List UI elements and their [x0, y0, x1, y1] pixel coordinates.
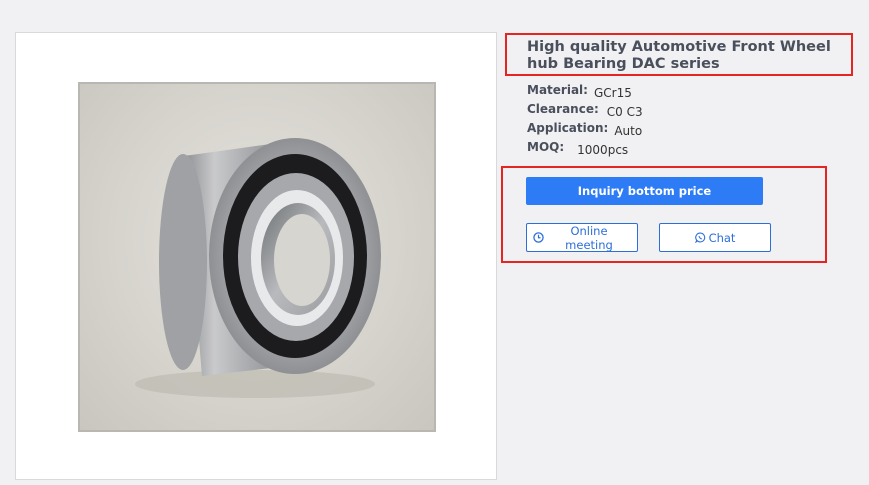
- spec-application: Application: Auto: [527, 121, 643, 138]
- spec-moq: MOQ: 1000pcs: [527, 140, 629, 157]
- chat-button[interactable]: Chat: [659, 223, 771, 252]
- inquiry-button[interactable]: Inquiry bottom price: [526, 177, 763, 205]
- clock-icon: [533, 232, 544, 243]
- spec-application-value: Auto: [614, 124, 643, 138]
- spec-moq-key: MOQ:: [527, 140, 565, 154]
- spec-clearance-key: Clearance:: [527, 102, 599, 116]
- online-meeting-button[interactable]: Online meeting: [526, 223, 638, 252]
- online-meeting-label: Online meeting: [565, 223, 613, 252]
- product-title: High quality Automotive Front Wheel hub …: [527, 39, 831, 72]
- spec-clearance-value: C0 C3: [606, 105, 643, 119]
- chat-label: Chat: [708, 230, 736, 245]
- spec-application-key: Application:: [527, 121, 609, 135]
- spec-clearance: Clearance: C0 C3: [527, 102, 643, 119]
- product-photo[interactable]: [78, 82, 436, 432]
- product-image-panel: [15, 32, 497, 480]
- product-page: High quality Automotive Front Wheel hub …: [0, 0, 869, 485]
- spec-material-value: GCr15: [593, 86, 632, 100]
- spec-material-key: Material:: [527, 83, 588, 97]
- spec-moq-value: 1000pcs: [577, 143, 629, 157]
- whatsapp-icon: [694, 232, 706, 243]
- spec-material: Material: GCr15: [527, 83, 632, 100]
